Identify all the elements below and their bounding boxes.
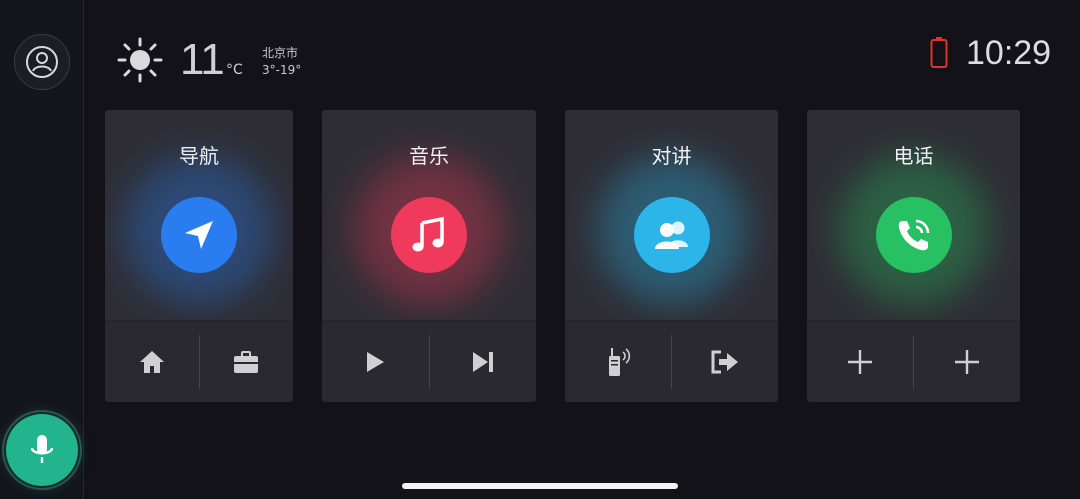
navigation-actions [105, 320, 293, 402]
next-track-button[interactable] [430, 321, 537, 402]
work-button[interactable] [200, 321, 294, 402]
navigation-arrow-icon [185, 221, 213, 249]
play-icon [367, 351, 385, 372]
exit-channel-button[interactable] [672, 321, 778, 402]
left-rail [0, 0, 84, 499]
phone-title: 电话 [893, 144, 934, 168]
music-actions [322, 320, 536, 402]
phone-app-button[interactable] [875, 197, 952, 273]
navigation-title: 导航 [179, 144, 219, 168]
temperature-unit: °C [226, 62, 243, 78]
intercom-title: 对讲 [651, 144, 692, 168]
city-name: 北京市 [262, 46, 299, 60]
phone-actions [807, 320, 1020, 402]
intercom-app-button[interactable] [633, 197, 710, 273]
home-icon [139, 350, 164, 373]
navigation-app-button[interactable] [161, 197, 237, 273]
voice-assistant-button[interactable] [2, 410, 82, 490]
home-button[interactable] [105, 321, 199, 402]
intercom-actions [565, 320, 778, 402]
temperature-range: 3°-19° [262, 63, 302, 77]
phone-card[interactable]: 电话 [807, 110, 1020, 402]
clock: 10:29 [966, 34, 1052, 72]
briefcase-icon [234, 350, 259, 373]
phone-call-icon [898, 219, 929, 251]
music-title: 音乐 [409, 144, 449, 168]
temperature: 11 [180, 35, 225, 84]
plus-icon [848, 349, 872, 374]
plus-icon [955, 349, 979, 374]
music-note-icon [412, 216, 444, 252]
exit-icon [711, 350, 738, 373]
battery-low-icon [930, 37, 948, 68]
add-contact-button[interactable] [807, 321, 913, 402]
walkie-talkie-icon [609, 347, 631, 376]
music-app-button[interactable] [391, 197, 467, 273]
user-avatar-icon [26, 46, 58, 78]
microphone-icon [30, 435, 54, 463]
add-contact-button[interactable] [914, 321, 1020, 402]
voice-assistant-circle [6, 414, 78, 486]
navigation-card[interactable]: 导航 [105, 110, 293, 402]
intercom-card[interactable]: 对讲 [565, 110, 778, 402]
music-card[interactable]: 音乐 [322, 110, 536, 402]
play-button[interactable] [322, 321, 429, 402]
people-icon [654, 221, 688, 249]
walkie-talkie-button[interactable] [565, 321, 671, 402]
sun-icon [117, 37, 163, 83]
skip-next-icon [472, 351, 493, 372]
home-indicator[interactable] [402, 483, 678, 489]
user-avatar-button[interactable] [14, 34, 70, 90]
